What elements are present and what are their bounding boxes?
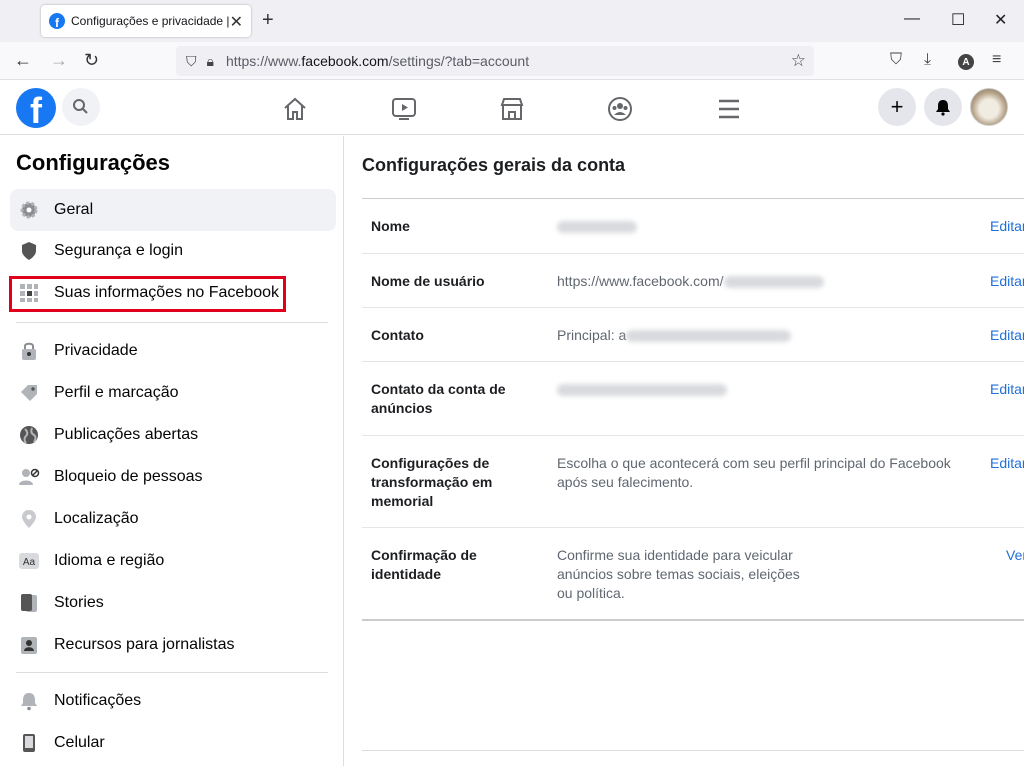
edit-link[interactable]: Editar — [990, 454, 1024, 473]
sidebar-item-bloqueio[interactable]: Bloqueio de pessoas — [10, 456, 336, 498]
pocket-icon[interactable]: ⛉ — [890, 51, 902, 69]
location-pin-icon — [18, 508, 40, 530]
globe-icon — [18, 424, 40, 446]
edit-link[interactable]: Editar — [990, 380, 1024, 399]
facebook-logo-icon[interactable]: f — [16, 88, 56, 128]
sidebar-title: Configurações — [16, 150, 171, 175]
new-tab-icon[interactable]: + — [262, 9, 274, 32]
home-icon[interactable] — [281, 95, 309, 123]
close-window-icon[interactable]: ✕ — [994, 10, 1007, 30]
sidebar-item-geral[interactable]: Geral — [10, 189, 336, 231]
settings-row-nome[interactable]: Nome Editar — [362, 199, 1024, 254]
lock-icon[interactable]: 🔒︎ — [207, 53, 214, 70]
sidebar-item-localizacao[interactable]: Localização — [10, 498, 336, 540]
row-label: Nome — [371, 218, 410, 234]
browser-nav-bar: ← → ↻ ⛉ 🔒︎ https://www.facebook.com/sett… — [0, 42, 1024, 80]
row-label: Contato da conta de anúncios — [371, 381, 506, 416]
edit-link[interactable]: Editar — [990, 326, 1024, 345]
url-text[interactable]: https://www.facebook.com/settings/?tab=a… — [226, 53, 529, 69]
profile-avatar[interactable] — [970, 88, 1008, 126]
facebook-favicon-icon: f — [49, 13, 65, 29]
phone-icon — [18, 732, 40, 754]
settings-row-memorial[interactable]: Configurações de transformação em memori… — [362, 436, 1024, 528]
row-value: Confirme sua identidade para veicular an… — [557, 547, 800, 601]
facebook-header: f + — [0, 81, 1024, 135]
settings-row-nome-usuario[interactable]: Nome de usuário https://www.facebook.com… — [362, 254, 1024, 308]
section-divider — [362, 619, 1024, 621]
account-icon[interactable]: A — [958, 54, 974, 70]
search-icon — [73, 99, 88, 114]
row-label: Configurações de transformação em memori… — [371, 455, 493, 509]
maximize-icon[interactable]: ☐ — [951, 10, 965, 30]
notifications-button[interactable] — [924, 88, 962, 126]
sidebar-divider — [16, 672, 328, 673]
row-value-redacted — [557, 217, 957, 236]
bell-icon — [18, 690, 40, 712]
menu-hamburger-icon[interactable] — [715, 95, 743, 123]
tracking-shield-icon[interactable]: ⛉ — [186, 53, 197, 70]
sidebar-item-jornalistas[interactable]: Recursos para jornalistas — [10, 624, 336, 666]
plus-icon: + — [890, 94, 904, 119]
svg-text:Aa: Aa — [23, 557, 36, 568]
settings-row-confirmacao-identidade[interactable]: Confirmação de identidade Confirme sua i… — [362, 528, 1024, 620]
row-label: Nome de usuário — [371, 273, 485, 289]
browser-tab-bar: f Configurações e privacidade | Fa ✕ + —… — [0, 0, 1024, 42]
close-tab-icon[interactable]: ✕ — [230, 12, 243, 32]
browser-tab[interactable]: f Configurações e privacidade | Fa ✕ — [41, 5, 251, 37]
bell-icon — [936, 100, 950, 116]
account-settings-panel: Configurações gerais da conta Nome Edita… — [345, 136, 1024, 766]
tab-title: Configurações e privacidade | Fa — [71, 14, 231, 28]
menu-icon[interactable]: ≡ — [992, 51, 1001, 69]
journalist-icon — [18, 634, 40, 656]
download-icon[interactable]: ⤓ — [924, 51, 931, 69]
stories-icon — [18, 592, 40, 614]
block-user-icon — [18, 466, 40, 488]
row-label: Confirmação de identidade — [371, 547, 477, 582]
reload-icon[interactable]: ↻ — [84, 50, 99, 71]
footer-divider — [362, 750, 1024, 751]
row-value: https://www.facebook.com/ — [557, 272, 957, 291]
shield-icon — [18, 240, 40, 262]
forward-icon[interactable]: → — [50, 50, 68, 71]
highlight-annotation-box — [9, 276, 286, 312]
gear-icon — [18, 199, 40, 221]
tag-icon — [18, 382, 40, 404]
row-value: Escolha o que acontecerá com seu perfil … — [557, 455, 951, 490]
edit-link[interactable]: Editar — [990, 272, 1024, 291]
settings-row-contato[interactable]: Contato Principal: a Editar — [362, 308, 1024, 362]
settings-sidebar: Configurações Geral Segurança e login Su… — [0, 136, 344, 766]
sidebar-item-stories[interactable]: Stories — [10, 582, 336, 624]
minimize-icon[interactable]: — — [904, 10, 920, 28]
sidebar-item-seguranca[interactable]: Segurança e login — [10, 230, 336, 272]
row-label: Contato — [371, 327, 424, 343]
sidebar-item-perfil-marcacao[interactable]: Perfil e marcação — [10, 372, 336, 414]
sidebar-item-publicacoes-abertas[interactable]: Publicações abertas — [10, 414, 336, 456]
url-bar[interactable]: ⛉ 🔒︎ https://www.facebook.com/settings/?… — [176, 46, 814, 76]
sidebar-item-idioma[interactable]: Aa Idioma e região — [10, 540, 336, 582]
row-value-redacted — [557, 380, 957, 399]
watch-icon[interactable] — [390, 95, 418, 123]
create-button[interactable]: + — [878, 88, 916, 126]
search-button[interactable] — [62, 88, 100, 126]
lock-icon — [18, 340, 40, 362]
edit-link[interactable]: Editar — [990, 217, 1024, 236]
page-title: Configurações gerais da conta — [362, 155, 626, 175]
view-link[interactable]: Ver — [1006, 546, 1024, 565]
language-icon: Aa — [18, 550, 40, 572]
settings-row-contato-anuncios[interactable]: Contato da conta de anúncios Editar — [362, 362, 1024, 436]
sidebar-divider — [16, 322, 328, 323]
sidebar-item-celular[interactable]: Celular — [10, 722, 336, 764]
groups-icon[interactable] — [606, 95, 634, 123]
marketplace-icon[interactable] — [498, 95, 526, 123]
sidebar-item-notificacoes[interactable]: Notificações — [10, 680, 336, 722]
bookmark-star-icon[interactable]: ☆ — [791, 51, 806, 71]
sidebar-item-privacidade[interactable]: Privacidade — [10, 330, 336, 372]
back-icon[interactable]: ← — [14, 50, 32, 71]
row-value: Principal: a — [557, 326, 957, 345]
